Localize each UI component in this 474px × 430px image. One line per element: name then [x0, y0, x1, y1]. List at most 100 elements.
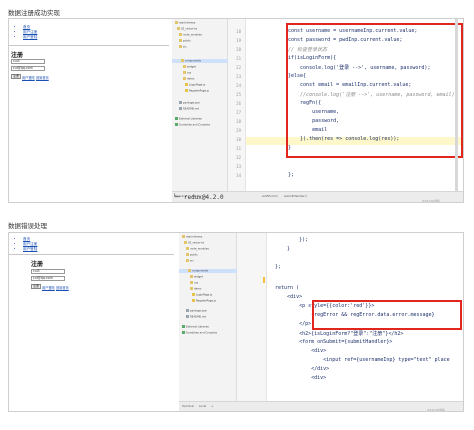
breadcrumb-submithandler[interactable]: submitHandler()	[284, 194, 307, 198]
register-button[interactable]: 注册	[31, 284, 42, 289]
folder-icon	[179, 39, 182, 42]
tree-item[interactable]: src	[186, 259, 194, 262]
line-gutter: 18 19 20 21 22 23 24 25 26 27 28 29 30 3…	[228, 19, 246, 191]
highlight-box	[286, 23, 463, 158]
tree-item[interactable]: src	[179, 45, 187, 48]
form-title: 注册	[11, 52, 24, 59]
folder-icon	[182, 235, 185, 238]
folder-icon	[177, 27, 180, 30]
email-input[interactable]: cui@qq.com	[11, 66, 45, 71]
divider	[9, 45, 169, 46]
tab-add[interactable]: +	[211, 404, 213, 408]
tree-item[interactable]: node_modules	[186, 247, 209, 250]
js-file-icon	[185, 89, 188, 92]
tree-item[interactable]: react-demos	[182, 235, 202, 238]
screenshot-1: 首页 用户注册 用户登陆 注册 cui5 cui@qq.com 注册 用户登陆 …	[8, 18, 464, 203]
line-gutter	[237, 233, 267, 401]
nav-list: 首页 用户注册 用户登陆	[9, 25, 174, 40]
register-button[interactable]: 注册	[11, 74, 22, 79]
screenshot-2: 首页 用户注册 用户登陆 注册 cui5 cui@qq.com 注册 用户登陆 …	[8, 232, 464, 412]
md-file-icon	[186, 315, 189, 318]
watermark: @51CTO博客	[427, 408, 445, 412]
breadcrumb-authform[interactable]: AuthForm()	[262, 194, 278, 198]
form-title: 注册	[31, 261, 44, 268]
scratches-icon	[175, 123, 178, 126]
terminal-output: └─ redux@4.2.0	[173, 194, 224, 201]
folder-icon	[184, 241, 187, 244]
tree-item[interactable]: widget	[190, 275, 203, 278]
folder-icon	[190, 281, 193, 284]
folder-icon	[179, 33, 182, 36]
json-file-icon	[179, 101, 182, 104]
folder-icon	[188, 269, 191, 272]
json-file-icon	[186, 309, 189, 312]
tree-item[interactable]: widget	[183, 65, 196, 68]
tree-item[interactable]: package.json	[186, 309, 207, 312]
folder-icon	[190, 287, 193, 290]
highlight-box	[312, 300, 462, 330]
js-file-icon	[192, 293, 195, 296]
tree-item[interactable]: package.json	[179, 101, 200, 104]
tree-item[interactable]: css	[183, 71, 191, 74]
login-link[interactable]: 用户登陆	[42, 285, 55, 290]
project-tree: react-demos 02_redux-hx node_modules pub…	[172, 19, 228, 191]
tree-item[interactable]: LoginPage.js	[185, 83, 205, 86]
bottom-toolbar: Terminal Local + @51CTO博客	[179, 401, 463, 412]
login-link[interactable]: 用户登陆	[22, 75, 35, 80]
tree-item[interactable]: 02_redux-hx	[184, 241, 204, 244]
library-icon	[182, 325, 185, 328]
tree-item[interactable]: RegisterPage.js	[192, 299, 216, 302]
nav-login-link[interactable]: 用户登陆	[23, 35, 174, 40]
tree-item[interactable]: Scratches and Consoles	[175, 123, 210, 126]
js-file-icon	[185, 83, 188, 86]
home-link[interactable]: 回到首页	[56, 285, 69, 290]
nav-login-link[interactable]: 用户登陆	[23, 247, 179, 252]
project-tree: react-demos 02_redux-hx node_modules pub…	[179, 233, 237, 401]
js-file-icon	[192, 299, 195, 302]
folder-icon	[179, 45, 182, 48]
tab-local[interactable]: Local	[199, 404, 206, 408]
code-editor[interactable]: }); } }; return ( <div> <p style={{color…	[267, 233, 463, 401]
tree-item[interactable]: public	[179, 39, 191, 42]
tree-item[interactable]: components	[181, 59, 201, 62]
tree-item[interactable]: public	[186, 253, 198, 256]
tree-item[interactable]: Scratches and Consoles	[182, 331, 217, 334]
folder-icon	[186, 247, 189, 250]
tree-item[interactable]: css	[190, 281, 198, 284]
tree-branch-glyph: └─	[173, 194, 184, 201]
tree-item[interactable]: RegisterPage.js	[185, 89, 209, 92]
change-marker	[263, 277, 265, 283]
folder-icon	[183, 65, 186, 68]
tree-item[interactable]: demo	[190, 287, 201, 290]
scrollbar[interactable]	[455, 19, 458, 191]
md-file-icon	[179, 107, 182, 110]
tree-item[interactable]: LoginPage.js	[192, 293, 212, 296]
tree-item[interactable]: External Libraries	[182, 325, 209, 328]
library-icon	[175, 117, 178, 120]
folder-icon	[183, 77, 186, 80]
tree-item[interactable]: components	[188, 269, 208, 272]
section2-heading: 数据错误处理	[8, 222, 47, 230]
tab-terminal[interactable]: Terminal	[182, 404, 194, 408]
email-input[interactable]: cui@qq.com	[31, 276, 65, 281]
folder-icon	[186, 259, 189, 262]
username-input[interactable]: cui5	[31, 269, 65, 274]
tree-item[interactable]: README.md	[186, 315, 206, 318]
tree-item[interactable]: node_modules	[179, 33, 202, 36]
tree-item[interactable]: README.md	[179, 107, 199, 110]
tree-item[interactable]: External Libraries	[175, 117, 202, 120]
folder-icon	[183, 71, 186, 74]
tree-item[interactable]: react-demos	[175, 21, 195, 24]
nav-list: 首页 用户注册 用户登陆	[9, 237, 179, 252]
browser-page: 首页 用户注册 用户登陆 注册 cui5 cui@qq.com 注册 用户登陆 …	[9, 19, 174, 202]
username-input[interactable]: cui5	[11, 59, 45, 64]
code-editor[interactable]: const username = usernameInp.current.val…	[246, 19, 463, 191]
home-link[interactable]: 回到首页	[36, 75, 49, 80]
browser-page: 首页 用户注册 用户登陆 注册 cui5 cui@qq.com 注册 用户登陆 …	[9, 233, 179, 411]
section1-heading: 数据注册成功实现	[8, 9, 60, 17]
folder-icon	[175, 21, 178, 24]
watermark: @51CTO博客	[422, 199, 440, 203]
tree-item[interactable]: demo	[183, 77, 194, 80]
tree-item[interactable]: 02_redux-hx	[177, 27, 197, 30]
folder-icon	[190, 275, 193, 278]
